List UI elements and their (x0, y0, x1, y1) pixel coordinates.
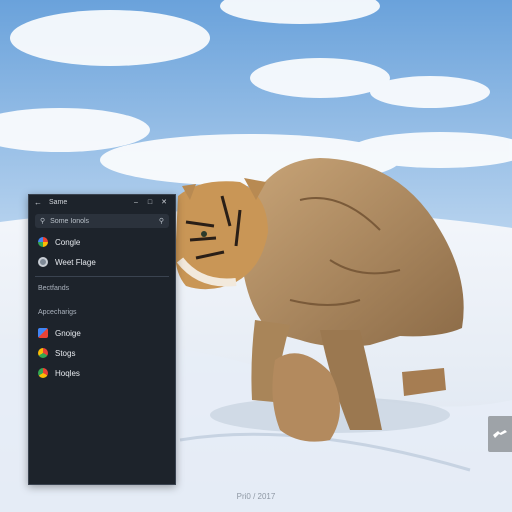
list-item[interactable]: Stogs (29, 343, 175, 363)
maximize-icon[interactable]: □ (143, 199, 157, 206)
panel-titlebar: ← Same – □ ✕ (29, 195, 175, 209)
google-icon (38, 237, 48, 247)
list-item-label: Gnoige (55, 328, 81, 338)
close-icon[interactable]: ✕ (157, 198, 171, 206)
list-item[interactable]: Congle (29, 232, 175, 252)
section-header: Bectfands (38, 285, 70, 292)
list-item-label: Stogs (55, 348, 76, 358)
divider (35, 276, 169, 277)
chrome-icon (38, 368, 48, 378)
search-lens-icon[interactable]: ⚲ (159, 217, 164, 225)
arrow-icon (493, 430, 507, 438)
footer-caption: Pri0 / 2017 (236, 492, 276, 501)
search-icon: ⚲ (40, 218, 46, 225)
back-arrow-icon[interactable]: ← (33, 198, 43, 207)
doc-icon (38, 328, 48, 338)
settings-icon (38, 257, 48, 267)
search-placeholder: Some Ionols (50, 217, 90, 225)
list-item[interactable]: Hoqles (29, 363, 175, 383)
app-side-panel: ← Same – □ ✕ ⚲ Some Ionols ⚲ Congle Weet… (28, 194, 176, 485)
minimize-icon[interactable]: – (129, 199, 143, 206)
search-input[interactable]: ⚲ Some Ionols ⚲ (35, 214, 169, 228)
list-item-label: Weet Flage (55, 257, 96, 267)
list-item[interactable]: Weet Flage (29, 252, 175, 272)
side-toggle-button[interactable] (488, 416, 512, 452)
chrome-icon (38, 348, 48, 358)
list-item-label: Congle (55, 237, 81, 247)
list-item[interactable]: Gnoige (29, 323, 175, 343)
panel-title: Same (49, 198, 68, 206)
list-item-label: Hoqles (55, 368, 80, 378)
section-header: Apcecharigs (38, 309, 77, 316)
